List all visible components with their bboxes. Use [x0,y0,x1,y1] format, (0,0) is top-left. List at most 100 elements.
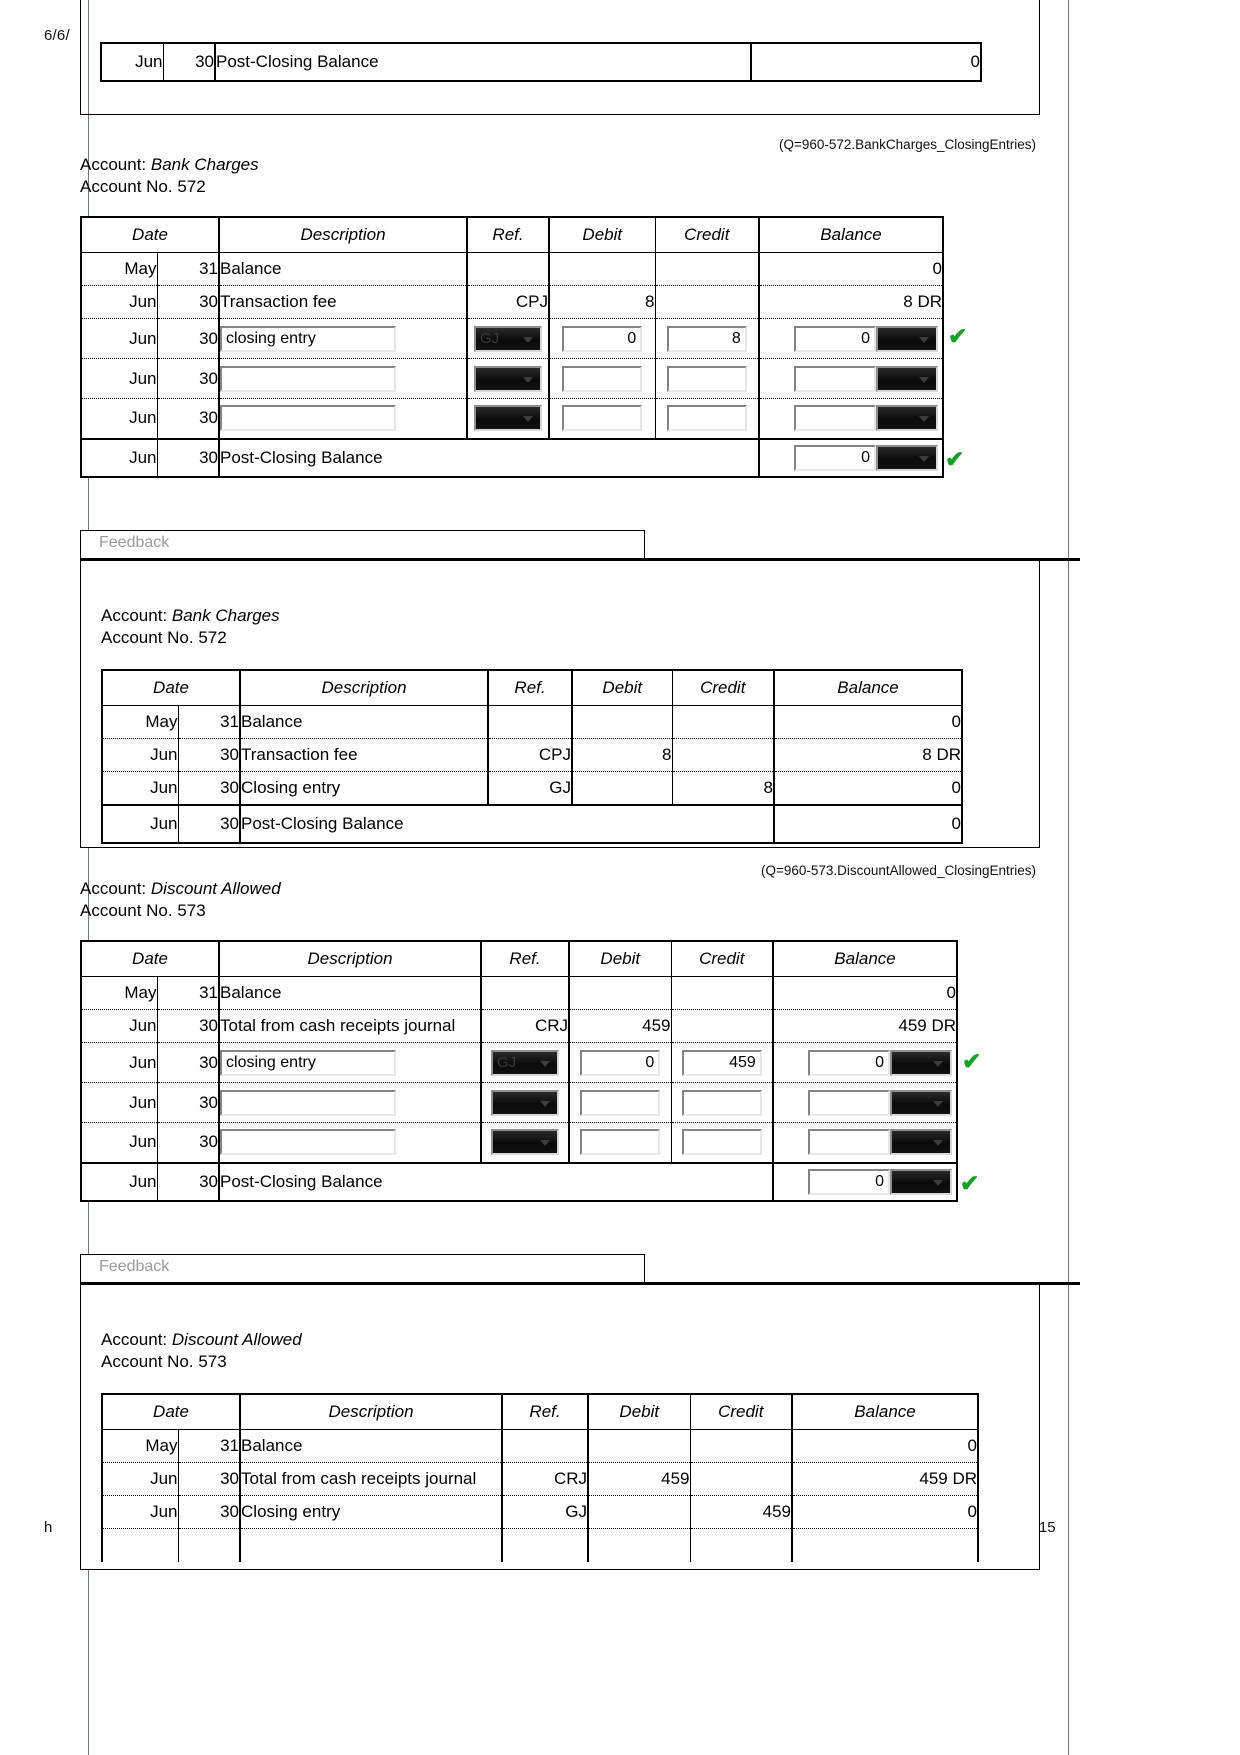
col-header-ref: Ref. [481,940,571,977]
top-partial-ledger-table: Jun 30 Post-Closing Balance 0 [100,42,982,82]
cell-description-input [218,1082,483,1123]
ref-select[interactable]: GJ [491,1049,560,1076]
cell-day [177,1528,241,1562]
table-row: Jun 30 Closing entry GJ 459 0 [101,1495,980,1529]
account-number-line: Account No. 573 [101,1351,302,1373]
balance-input[interactable] [808,1129,891,1156]
balance-side-select[interactable] [890,1049,953,1076]
chevron-down-icon [540,1060,551,1067]
debit-input[interactable]: 0 [562,325,643,352]
debit-input[interactable] [580,1129,661,1156]
debit-input[interactable] [562,405,643,432]
cell-credit-input [670,1082,775,1123]
debit-input[interactable]: 0 [580,1049,661,1076]
cell-balance: 0 [751,42,982,82]
balance-side-select[interactable] [890,1089,953,1116]
ref-select[interactable] [491,1089,560,1116]
description-input[interactable] [220,405,397,432]
col-header-debit: Debit [572,669,673,706]
ref-select[interactable]: GJ [474,325,543,352]
credit-input[interactable]: 8 [666,325,747,352]
table-row: Jun 30 Transaction fee CPJ 8 8 DR [101,738,964,772]
account-number-line: Account No. 572 [101,627,280,649]
account-name-line: Account: Discount Allowed [101,1329,302,1351]
col-header-description: Description [239,1393,504,1430]
chevron-down-icon [523,416,534,423]
cell-balance: 8 DR [774,738,964,772]
cell-credit [671,705,776,739]
feedback-tab[interactable]: Feedback [80,1254,645,1282]
cell-description-input: closing entry [218,318,469,359]
account-no-label: Account No. [101,628,194,647]
account-no-label: Account No. [80,177,173,196]
cell-description: Closing entry [239,771,490,806]
col-header-debit: Debit [569,940,672,977]
cell-ref [502,1429,590,1463]
feedback-body: Account: Bank Charges Account No. 572 Da… [80,561,1040,848]
balance-input[interactable] [808,1089,891,1116]
cell-balance: 0 [774,705,964,739]
post-closing-balance-input[interactable]: 0 [794,444,877,471]
col-header-debit: Debit [549,216,656,253]
cell-credit [654,285,761,319]
balance-input[interactable]: 0 [794,325,877,352]
cell-day: 30 [156,1162,220,1202]
post-closing-balance-input[interactable]: 0 [808,1168,891,1195]
description-input[interactable] [220,1129,397,1156]
col-header-balance: Balance [759,216,945,253]
table-header-row: Date Description Ref. Debit Credit Balan… [79,216,945,253]
ref-select[interactable] [474,365,543,392]
balance-side-select[interactable] [876,365,939,392]
balance-side-select[interactable] [876,405,939,432]
cell-month: Jun [101,738,178,772]
credit-input[interactable] [681,1089,762,1116]
debit-input[interactable] [562,365,643,392]
table-row-input: Jun 30 [80,398,945,440]
col-header-date: Date [100,1393,241,1430]
ref-select[interactable] [491,1129,560,1156]
description-input[interactable] [220,365,397,392]
credit-input[interactable]: 459 [681,1049,762,1076]
cell-ref-select [467,398,551,440]
description-input[interactable]: closing entry [220,325,397,352]
post-closing-balance-side-select[interactable] [876,444,939,471]
correct-check-icon: ✔ [960,1170,980,1196]
print-footer-left: h [44,1519,53,1536]
post-closing-balance-side-select[interactable] [890,1168,953,1195]
cell-balance [792,1528,980,1562]
col-header-description: Description [218,940,483,977]
credit-input[interactable] [666,365,747,392]
cell-description-input [218,1122,483,1164]
description-input[interactable]: closing entry [220,1049,397,1076]
balance-side-select[interactable] [890,1129,953,1156]
balance-side-select[interactable] [876,325,939,352]
cell-debit-input: 0 [569,1042,672,1083]
ledger-table-bank-charges: Date Description Ref. Debit Credit Balan… [79,216,945,478]
account-heading-discount-allowed: Account: Discount Allowed Account No. 57… [80,878,281,922]
cell-description: Post-Closing Balance [214,42,752,82]
cell-ref-select [467,358,551,399]
balance-input[interactable] [794,405,877,432]
col-header-debit: Debit [588,1393,691,1430]
balance-input[interactable]: 0 [808,1049,891,1076]
cell-ref [488,705,574,739]
cell-debit [572,705,673,739]
credit-input[interactable] [681,1129,762,1156]
ref-select[interactable] [474,405,543,432]
feedback-tab[interactable]: Feedback [80,530,645,558]
debit-input[interactable] [580,1089,661,1116]
ledger-table-discount-allowed: Date Description Ref. Debit Credit Balan… [79,940,959,1202]
col-header-description: Description [239,669,490,706]
balance-input[interactable] [794,365,877,392]
cell-balance-input: 0 [759,318,945,359]
cell-description: Post-Closing Balance [218,438,761,478]
cell-debit [549,252,656,286]
cell-debit [569,976,672,1010]
cell-month: May [101,705,178,739]
credit-input[interactable] [666,405,747,432]
description-input[interactable] [220,1089,397,1116]
question-tag-bank-charges: (Q=960-572.BankCharges_ClosingEntries) [778,137,1036,152]
cell-ref: CRJ [502,1462,590,1496]
table-row-input: Jun 30 [80,1122,959,1164]
cell-month: Jun [101,771,178,806]
